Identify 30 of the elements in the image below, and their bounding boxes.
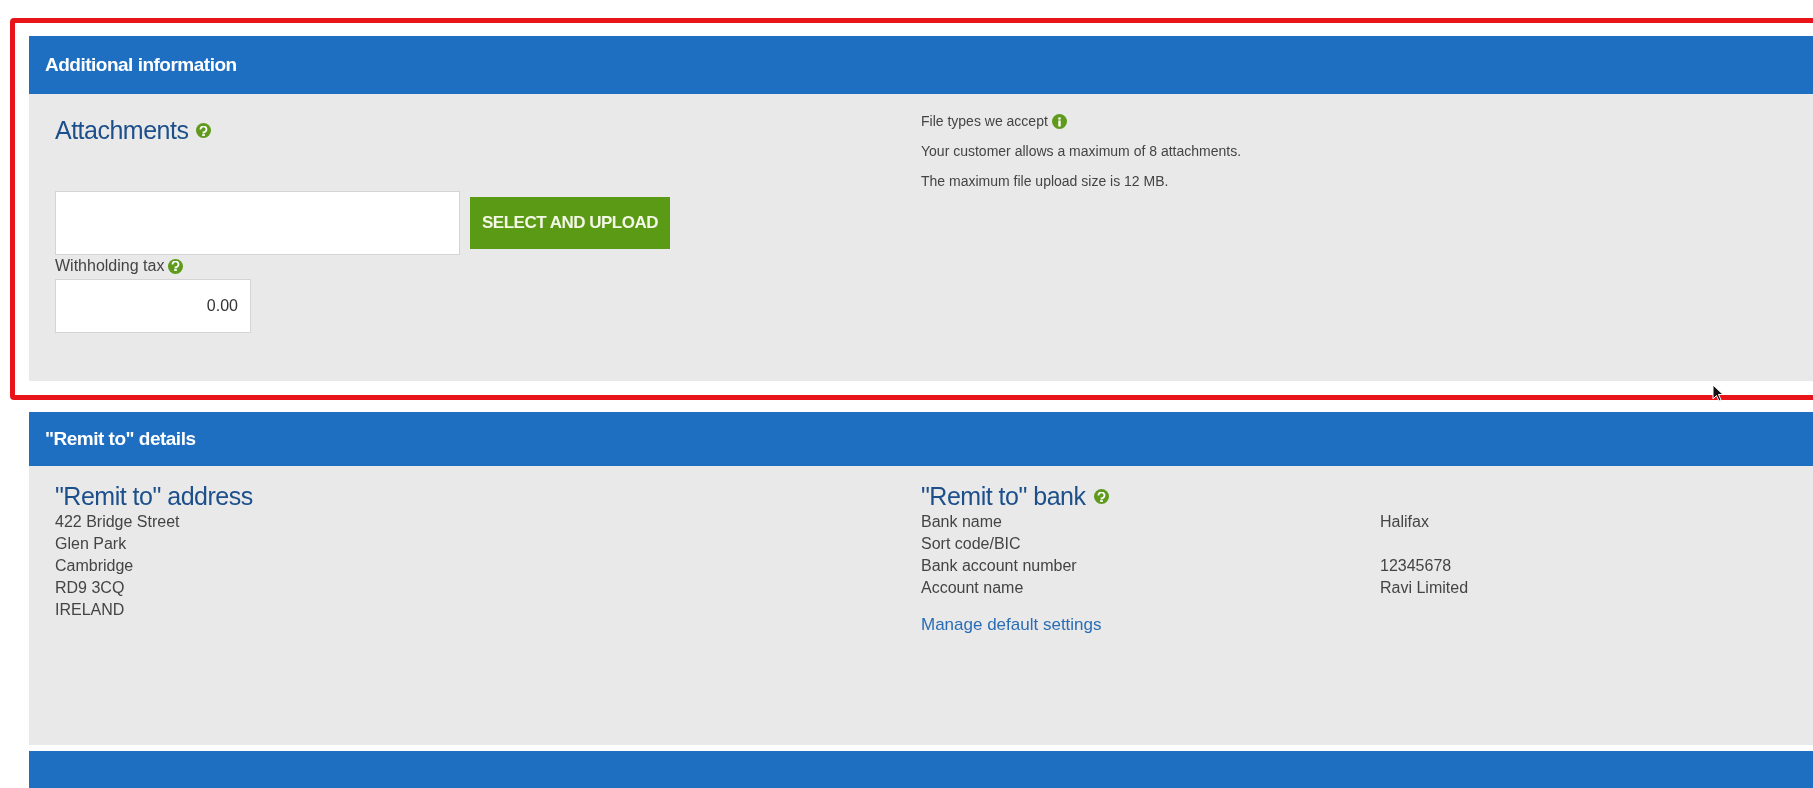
help-icon[interactable] xyxy=(1093,489,1109,504)
note-text: File types we accept xyxy=(921,112,1048,131)
section-heading: Attachments xyxy=(55,116,189,145)
help-icon[interactable] xyxy=(168,258,184,274)
bank-value: Halifax xyxy=(1380,512,1430,532)
bank-label: Account name xyxy=(921,578,1025,598)
address-line: IRELAND xyxy=(55,600,125,620)
info-icon[interactable] xyxy=(1051,114,1067,129)
section-heading: "Remit to" address xyxy=(55,482,253,511)
settings-link[interactable]: Manage default settings xyxy=(921,615,1102,635)
bank-value: Ravi Limited xyxy=(1380,578,1469,598)
bank-value: 12345678 xyxy=(1380,556,1453,576)
section-header: Additional information xyxy=(29,36,1813,94)
bank-label: Bank account number xyxy=(921,556,1078,576)
field-label: Withholding tax xyxy=(55,257,165,275)
cursor-icon xyxy=(1712,384,1724,402)
address-line: Cambridge xyxy=(55,556,134,576)
note-text: The maximum file upload size is 12 MB. xyxy=(921,172,1169,191)
bank-label: Bank name xyxy=(921,512,1003,532)
note-text: Your customer allows a maximum of 8 attachments. xyxy=(921,142,1242,161)
tax-field[interactable]: 0.00 xyxy=(55,279,251,333)
bank-label: Sort code/BIC xyxy=(921,534,1022,554)
address-line: 422 Bridge Street xyxy=(55,512,180,532)
help-icon[interactable] xyxy=(196,123,212,138)
attachment-field[interactable] xyxy=(55,191,460,255)
section-header: "Remit to" details xyxy=(29,412,1813,466)
upload-button[interactable]: SELECT AND UPLOAD xyxy=(470,197,670,249)
address-line: Glen Park xyxy=(55,534,127,554)
address-line: RD9 3CQ xyxy=(55,578,125,598)
section-heading: "Remit to" bank xyxy=(921,482,1086,511)
